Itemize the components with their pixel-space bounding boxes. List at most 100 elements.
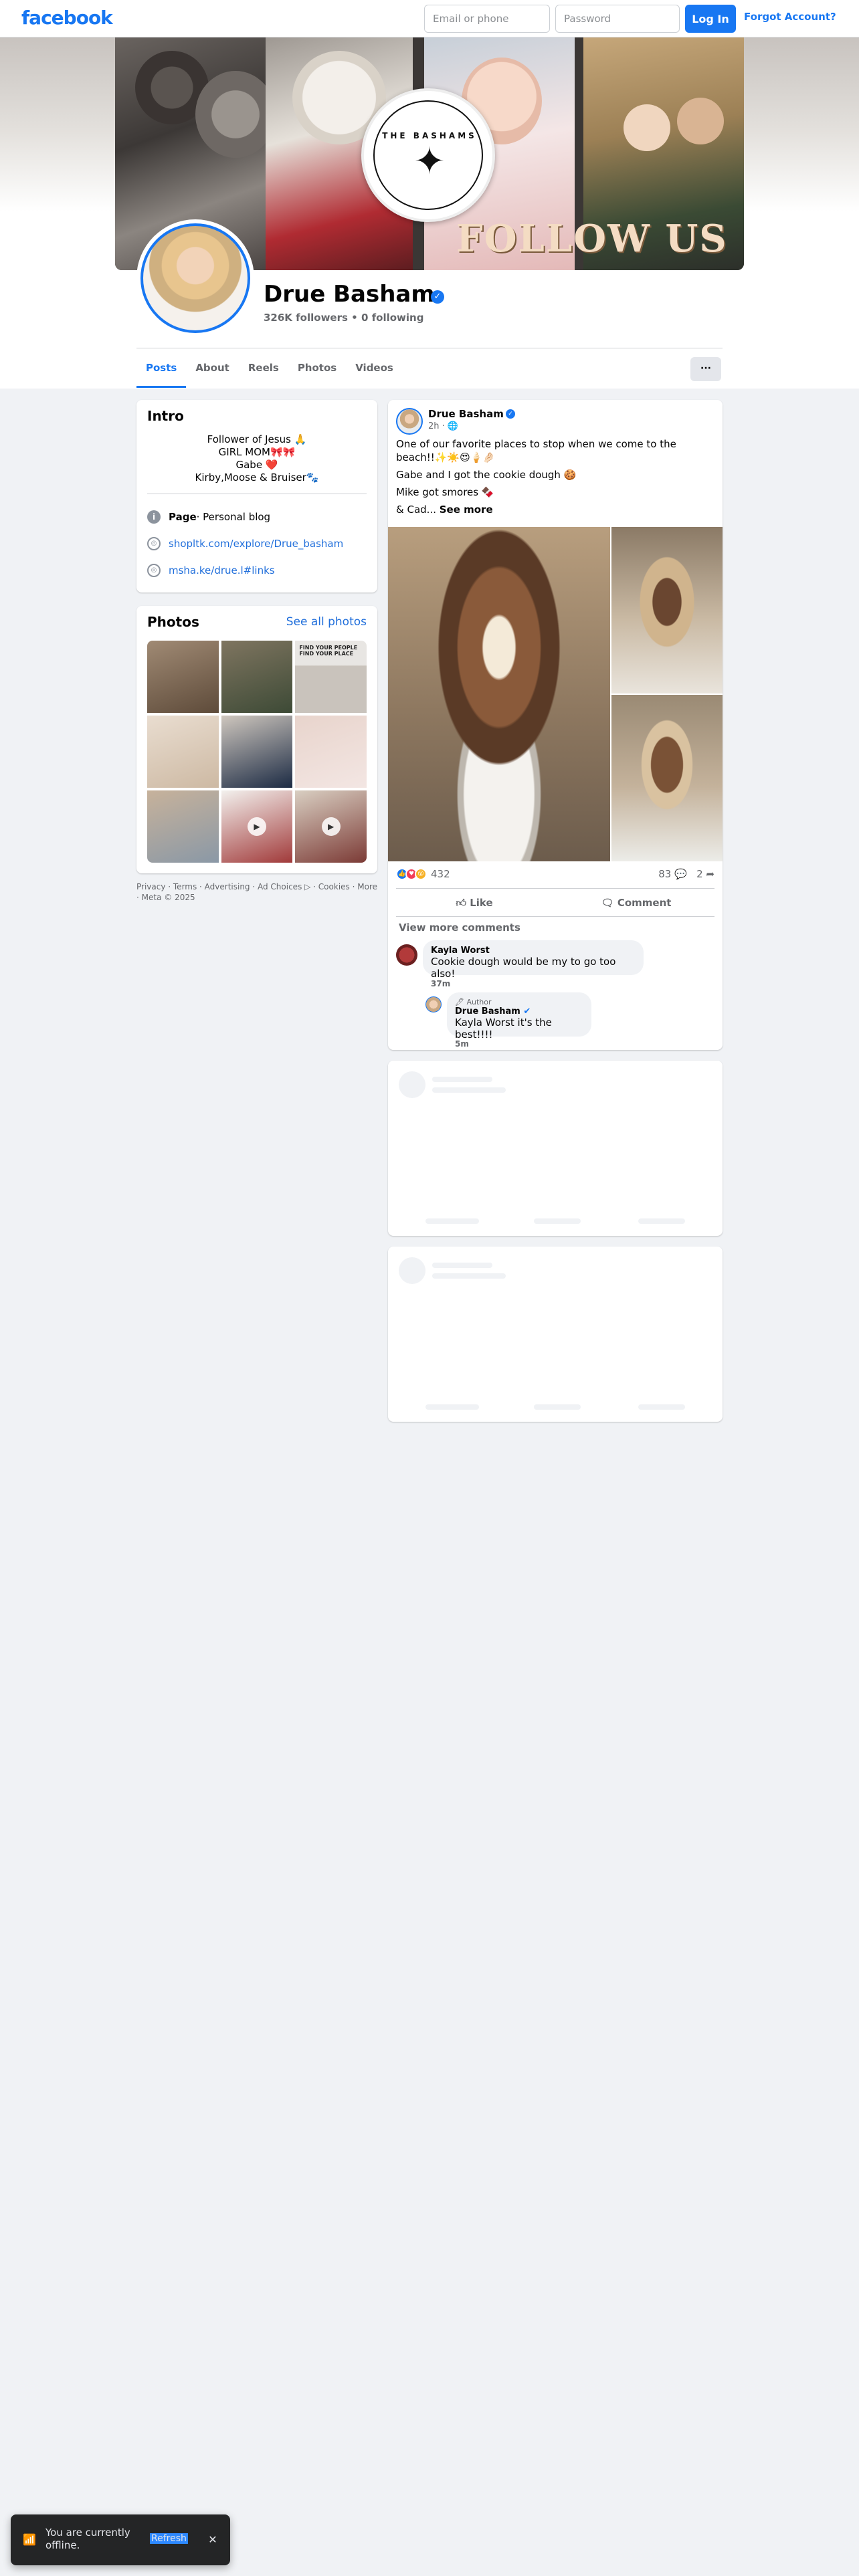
photo-thumbnail[interactable] — [295, 716, 367, 788]
tab-photos[interactable]: Photos — [288, 350, 346, 388]
tab-about[interactable]: About — [186, 350, 239, 388]
post-author-avatar[interactable] — [396, 408, 423, 435]
verified-badge-icon: ✔ — [523, 1006, 531, 1016]
play-icon: ▶ — [321, 817, 341, 836]
comment-text: Cookie dough would be my to go too also! — [431, 956, 616, 980]
email-field[interactable] — [424, 5, 550, 33]
author-tag: 🖊 Author — [455, 998, 492, 1006]
profile-avatar[interactable] — [136, 219, 254, 337]
comment-timestamp[interactable]: 37m — [431, 979, 450, 988]
reply-author-name: Drue Basham — [455, 1006, 520, 1016]
offline-toast: 📶 You are currently offline. Refresh ✕ — [11, 2514, 230, 2565]
password-field[interactable] — [555, 5, 680, 33]
reply-bubble: 🖊 Author Drue Basham ✔ Kayla Worst it's … — [447, 992, 591, 1041]
comment-count[interactable]: 83 💬 — [658, 868, 687, 880]
profile-avatar-image — [140, 223, 250, 333]
reply-text: Kayla Worst it's the best!!!! — [455, 1016, 552, 1041]
photo-thumbnail[interactable] — [221, 716, 293, 788]
see-more-link[interactable]: See more — [440, 504, 493, 516]
skeleton-line — [425, 1404, 479, 1410]
skeleton-line — [432, 1263, 492, 1268]
footer-links[interactable]: Privacy · Terms · Advertising · Ad Choic… — [136, 881, 377, 903]
skeleton-line — [432, 1087, 506, 1093]
facebook-logo[interactable]: facebook — [21, 7, 113, 29]
profile-tabs: Posts About Reels Photos Videos — [136, 350, 403, 388]
profile-name: Drue Basham — [264, 281, 435, 308]
skeleton-line — [425, 1218, 479, 1224]
video-thumbnail[interactable]: ▶ — [221, 790, 293, 863]
intro-title: Intro — [147, 408, 184, 424]
reply-author[interactable]: Drue Basham ✔ — [455, 1006, 583, 1016]
follow-us-text: FOLLOW US — [456, 217, 728, 261]
post-author-name[interactable]: Drue Basham — [428, 408, 504, 420]
bio-line: Kirby,Moose & Bruiser🐾 — [195, 471, 319, 484]
post-divider — [396, 888, 714, 889]
wow-reaction-icon: 😮 — [415, 868, 427, 880]
info-icon: i — [147, 510, 161, 524]
photo-thumbnail[interactable] — [147, 716, 219, 788]
photo-thumbnail[interactable] — [147, 790, 219, 863]
share-count[interactable]: 2 ➦ — [696, 868, 714, 880]
post-engagement-counts: 83 💬 2 ➦ — [658, 868, 714, 880]
loading-post-placeholder — [388, 1247, 723, 1422]
skeleton-avatar — [399, 1071, 425, 1098]
reactions-summary[interactable]: 👍 ♥ 😮 432 — [396, 868, 450, 880]
post-text-line: Mike got smores 🍫 — [396, 486, 494, 498]
post-text-truncated: & Cad... — [396, 504, 436, 516]
tab-reels[interactable]: Reels — [239, 350, 288, 388]
offline-message: You are currently offline. — [45, 2527, 130, 2551]
post-text-line: Gabe and I got the cookie dough 🍪 — [396, 469, 577, 481]
post-photo[interactable] — [611, 527, 723, 693]
more-options-button[interactable]: ··· — [690, 357, 721, 381]
bio-line: Gabe ❤️ — [235, 459, 278, 471]
category-value: · Personal blog — [196, 511, 271, 523]
skeleton-line — [534, 1218, 581, 1224]
intro-website-2: ◎ msha.ke/drue.l#links — [147, 557, 367, 584]
photo-thumbnail[interactable] — [221, 641, 293, 713]
photos-header: Photos See all photos — [147, 614, 367, 630]
loading-post-placeholder — [388, 1061, 723, 1236]
skeleton-avatar — [399, 1257, 425, 1284]
verified-badge-icon: ✓ — [431, 290, 444, 304]
intro-website-1: ◎ shopltk.com/explore/Drue_basham — [147, 530, 367, 557]
like-button[interactable]: 👍︎ Like — [396, 891, 553, 915]
skeleton-line — [638, 1404, 685, 1410]
website-link[interactable]: msha.ke/drue.l#links — [169, 564, 275, 576]
bio-line: GIRL MOM🎀🎀 — [218, 446, 296, 458]
refresh-button[interactable]: Refresh — [150, 2533, 188, 2544]
category-label: Page — [169, 511, 197, 523]
post-photo[interactable] — [611, 695, 723, 861]
comment-author[interactable]: Kayla Worst — [431, 946, 636, 956]
thumbs-up-icon: 👍︎ — [456, 897, 466, 909]
profile-follower-stats[interactable]: 326K followers • 0 following — [264, 312, 423, 324]
photo-caption: FIND YOUR PEOPLE FIND YOUR PLACE — [299, 645, 358, 657]
tab-posts[interactable]: Posts — [136, 350, 187, 388]
view-more-comments-link[interactable]: View more comments — [399, 922, 520, 934]
forgot-account-link[interactable]: Forgot Account? — [744, 11, 836, 23]
like-label: Like — [470, 897, 493, 909]
photo-thumbnail[interactable]: FIND YOUR PEOPLE FIND YOUR PLACE — [295, 641, 367, 713]
comment-button[interactable]: 🗨 Comment — [558, 891, 714, 915]
globe-icon: ◎ — [147, 564, 161, 577]
video-thumbnail[interactable]: ▶ — [295, 790, 367, 863]
tab-videos[interactable]: Videos — [346, 350, 403, 388]
photo-thumbnail[interactable] — [147, 641, 219, 713]
reply-timestamp[interactable]: 5m — [455, 1039, 469, 1049]
play-icon: ▶ — [247, 817, 266, 836]
reply-author-avatar[interactable] — [425, 996, 442, 1012]
the-bashams-logo: THE BASHAMS ✦ — [361, 88, 495, 222]
website-link[interactable]: shopltk.com/explore/Drue_basham — [169, 538, 343, 550]
close-icon[interactable]: ✕ — [205, 2532, 221, 2548]
post-timestamp[interactable]: 2h · 🌐 — [428, 421, 458, 431]
dog-image — [195, 71, 276, 158]
bio-line: Follower of Jesus 🙏 — [207, 433, 307, 445]
bio-text: Follower of Jesus 🙏 GIRL MOM🎀🎀 Gabe ❤️ K… — [147, 433, 367, 484]
logo-text: THE BASHAMS — [382, 131, 477, 140]
see-all-photos-link[interactable]: See all photos — [286, 615, 367, 629]
photos-card: Photos See all photos FIND YOUR PEOPLE F… — [136, 606, 377, 873]
post-photo-main[interactable] — [388, 527, 610, 861]
login-button[interactable]: Log In — [685, 5, 736, 33]
skeleton-line — [432, 1077, 492, 1082]
post-text-line: One of our favorite places to stop when … — [396, 438, 676, 463]
commenter-avatar[interactable] — [396, 944, 417, 966]
